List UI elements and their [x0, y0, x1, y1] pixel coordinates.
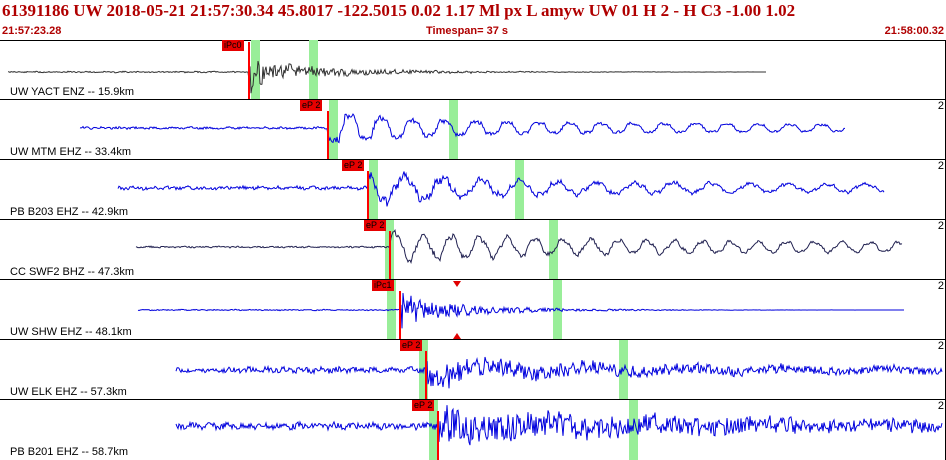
trace-label: CC SWF2 BHZ -- 47.3km: [10, 266, 135, 278]
pick-flag[interactable]: eP 2: [364, 220, 387, 231]
pick-line[interactable]: [367, 171, 369, 219]
trace-label: UW MTM EHZ -- 33.4km: [10, 146, 131, 158]
seismogram-panels: iPc0 UW YACT ENZ -- 15.9km eP 2 UW MTM E…: [0, 40, 946, 460]
pick-flag[interactable]: eP 2: [342, 160, 365, 171]
trace-label: UW ELK EHZ -- 57.3km: [10, 386, 127, 398]
panel-number: 2: [937, 160, 944, 172]
pick-flag[interactable]: eP 2: [400, 340, 423, 351]
panel-number: 2: [937, 100, 944, 112]
pick-line[interactable]: [327, 111, 329, 159]
waveform-line: [175, 356, 943, 389]
trace-panel[interactable]: iPc1 UW SHW EHZ -- 48.1km 2: [0, 280, 946, 340]
waveform: [175, 405, 943, 446]
pick-line[interactable]: [437, 411, 439, 460]
waveform: [117, 171, 885, 207]
trace-panel[interactable]: eP 2 UW MTM EHZ -- 33.4km 2: [0, 100, 946, 160]
waveform: [135, 229, 903, 265]
waveform-line: [137, 292, 904, 329]
waveform-line: [135, 229, 903, 265]
trace-panel[interactable]: eP 2 CC SWF2 BHZ -- 47.3km 2: [0, 220, 946, 280]
waveform: [175, 356, 943, 389]
waveform: [7, 60, 766, 94]
panel-number: 2: [937, 280, 944, 292]
trace-label: UW YACT ENZ -- 15.9km: [10, 86, 135, 98]
timespan: Timespan= 37 s: [426, 25, 509, 37]
waveform-line: [175, 405, 943, 446]
trace-label: UW SHW EHZ -- 48.1km: [10, 326, 132, 338]
trace-panel[interactable]: iPc0 UW YACT ENZ -- 15.9km: [0, 40, 946, 100]
pick-line[interactable]: [399, 291, 401, 339]
pick-line[interactable]: [425, 351, 427, 399]
trace-panel[interactable]: eP 2 UW ELK EHZ -- 57.3km 2: [0, 340, 946, 400]
start-time: 21:57:23.28: [2, 25, 62, 37]
waveform: [79, 113, 845, 144]
trace-label: PB B201 EHZ -- 58.7km: [10, 446, 128, 458]
event-header: 61391186 UW 2018-05-21 21:57:30.34 45.80…: [0, 0, 946, 41]
amplitude-marker-top: [453, 281, 461, 287]
panel-number: 2: [937, 220, 944, 232]
pick-flag[interactable]: iPc0: [222, 40, 244, 51]
pick-flag[interactable]: eP 2: [412, 400, 435, 411]
pick-line[interactable]: [248, 42, 250, 99]
panel-number: 2: [937, 340, 944, 352]
waveform-line: [79, 113, 845, 144]
trace-label: PB B203 EHZ -- 42.9km: [10, 206, 128, 218]
pick-line[interactable]: [389, 231, 391, 279]
waveform-line: [117, 171, 885, 207]
event-title: 61391186 UW 2018-05-21 21:57:30.34 45.80…: [2, 1, 796, 20]
trace-panel[interactable]: eP 2 PB B203 EHZ -- 42.9km 2: [0, 160, 946, 220]
panel-number: 2: [937, 400, 944, 412]
end-time: 21:58:00.32: [884, 25, 944, 37]
trace-panel[interactable]: eP 2 PB B201 EHZ -- 58.7km 2: [0, 400, 946, 460]
pick-flag[interactable]: iPc1: [372, 280, 394, 291]
pick-flag[interactable]: eP 2: [300, 100, 323, 111]
waveform: [137, 292, 904, 329]
